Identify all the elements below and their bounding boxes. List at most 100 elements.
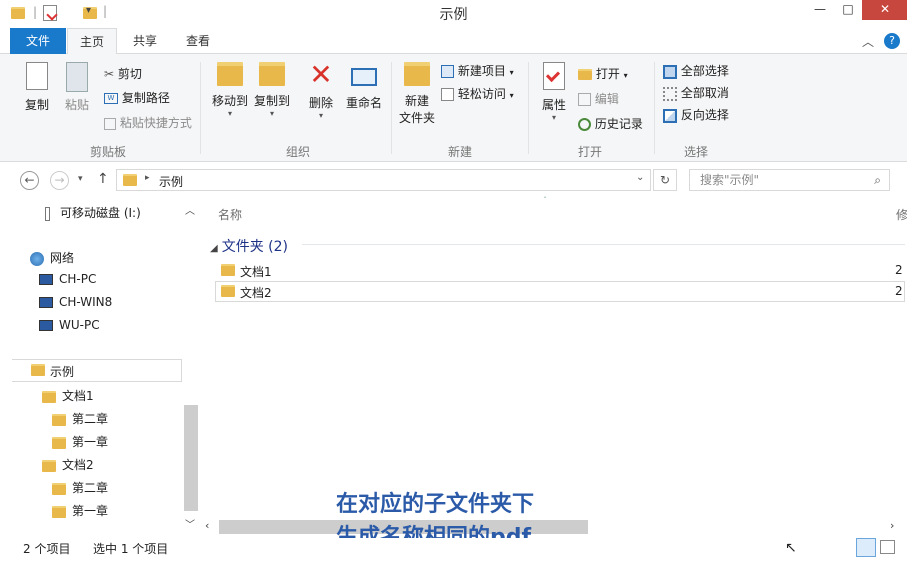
- ribbon-separator: [391, 62, 392, 154]
- properties-button[interactable]: 属性 ▾: [538, 60, 570, 130]
- move-to-button[interactable]: 移动到 ▾: [210, 60, 250, 124]
- tab-file[interactable]: 文件: [10, 28, 66, 54]
- close-button[interactable]: ✕: [862, 0, 907, 20]
- copy-path-icon: W: [104, 93, 118, 104]
- dropdown-arrow-icon: ▾: [318, 111, 323, 120]
- maximize-button[interactable]: □: [834, 0, 862, 20]
- help-icon[interactable]: ?: [884, 33, 900, 49]
- select-none-label: 全部取消: [680, 86, 729, 100]
- search-input[interactable]: 搜索"示例" ⌕: [689, 169, 890, 191]
- history-icon: [578, 118, 591, 131]
- scissors-icon: ✂: [104, 67, 115, 81]
- rename-icon: [351, 68, 377, 86]
- tree-item-pc[interactable]: CH-WIN8: [39, 295, 112, 309]
- dropdown-arrow-icon: ▾: [509, 91, 514, 100]
- recent-locations-icon[interactable]: ▾: [78, 174, 83, 184]
- computer-icon: [39, 274, 53, 285]
- up-arrow-icon[interactable]: ↑: [97, 171, 109, 187]
- refresh-icon[interactable]: ↻: [653, 169, 677, 191]
- tree-item-label: 第二章: [72, 481, 109, 495]
- group-header[interactable]: ◢ 文件夹 (2): [210, 236, 288, 256]
- tree-item-doc1[interactable]: 文档1: [42, 387, 94, 404]
- select-none-icon: [663, 86, 677, 101]
- paste-button[interactable]: 粘贴: [62, 60, 92, 120]
- invert-selection-button[interactable]: 反向选择: [663, 106, 729, 123]
- delete-label: 删除: [308, 96, 333, 110]
- breadcrumb-item[interactable]: 示例: [159, 173, 183, 190]
- folder-icon: [123, 174, 137, 186]
- cut-label: 剪切: [117, 67, 142, 81]
- copy-path-button[interactable]: W 复制路径: [104, 89, 170, 106]
- large-icons-view-icon[interactable]: [880, 540, 895, 554]
- column-header-name[interactable]: 名称: [218, 206, 242, 223]
- select-none-button[interactable]: 全部取消: [663, 84, 729, 101]
- tree-item-network[interactable]: 网络: [30, 249, 74, 266]
- address-bar[interactable]: ▸ 示例 ⌄: [116, 169, 651, 191]
- tree-item-doc2[interactable]: 文档2: [42, 456, 94, 473]
- collapse-ribbon-icon[interactable]: ︿: [862, 33, 874, 50]
- copy-to-icon: [259, 62, 285, 86]
- tree-item-pc[interactable]: CH-PC: [39, 272, 96, 286]
- paste-shortcut-label: 粘贴快捷方式: [119, 116, 192, 130]
- edit-button[interactable]: 编辑: [578, 90, 619, 107]
- new-item-icon: [441, 65, 454, 78]
- tree-scrollbar-thumb[interactable]: [184, 405, 198, 511]
- search-icon: ⌕: [874, 173, 881, 187]
- easy-access-button[interactable]: 轻松访问 ▾: [441, 85, 514, 102]
- new-folder-button[interactable]: 新建 文件夹: [397, 60, 437, 138]
- tree-item-chapter[interactable]: 第一章: [52, 502, 108, 519]
- select-all-button[interactable]: 全部选择: [663, 62, 729, 79]
- tree-item-chapter[interactable]: 第二章: [52, 410, 108, 427]
- folder-icon: [42, 390, 56, 403]
- edit-icon: [578, 93, 591, 106]
- delete-button[interactable]: ✕ 删除 ▾: [304, 60, 338, 124]
- copy-button[interactable]: 复制: [22, 60, 52, 120]
- address-dropdown-icon[interactable]: ⌄: [636, 172, 644, 183]
- cut-button[interactable]: ✂ 剪切: [104, 65, 142, 82]
- scroll-left-icon[interactable]: ‹: [205, 519, 209, 532]
- paste-shortcut-button[interactable]: 粘贴快捷方式: [104, 114, 192, 131]
- tab-view[interactable]: 查看: [173, 28, 223, 54]
- tree-item-pc[interactable]: WU-PC: [39, 318, 100, 332]
- tree-item-removable-disk[interactable]: 可移动磁盘 (I:): [45, 204, 141, 221]
- forward-arrow-icon[interactable]: →: [50, 171, 69, 190]
- copy-to-button[interactable]: 复制到 ▾: [252, 60, 292, 124]
- folder-icon: [42, 459, 56, 472]
- breadcrumb-chevron-icon[interactable]: ▸: [145, 173, 150, 183]
- minimize-button[interactable]: —: [806, 0, 834, 20]
- search-placeholder: 搜索"示例": [700, 173, 760, 187]
- collapse-triangle-icon: ◢: [210, 243, 218, 254]
- scroll-down-icon[interactable]: ﹀: [185, 516, 195, 531]
- new-item-button[interactable]: 新建项目 ▾: [441, 62, 514, 79]
- open-button[interactable]: 打开 ▾: [578, 65, 628, 82]
- tree-item-label: 第一章: [72, 435, 109, 449]
- navigation-pane: 可移动磁盘 (I:) 网络 CH-PC CH-WIN8 WU-PC 示例 文档1…: [0, 198, 199, 538]
- tree-item-label: 文档1: [62, 389, 94, 403]
- history-button[interactable]: 历史记录: [578, 115, 643, 132]
- caption-line-1: 在对应的子文件夹下: [336, 492, 535, 517]
- folder-icon: [52, 413, 66, 426]
- edit-label: 编辑: [594, 92, 619, 106]
- status-item-count: 2 个项目: [23, 542, 71, 556]
- scroll-up-icon[interactable]: ︿: [185, 202, 195, 217]
- properties-label: 属性: [541, 98, 566, 112]
- tree-item-chapter[interactable]: 第一章: [52, 433, 108, 450]
- column-header-modified[interactable]: 修: [896, 206, 907, 223]
- file-row-selected[interactable]: 文档2 2: [215, 281, 905, 302]
- scroll-right-icon[interactable]: ›: [890, 519, 894, 532]
- tab-home[interactable]: 主页: [67, 28, 117, 55]
- folder-icon: [221, 264, 235, 276]
- file-row[interactable]: 文档1 2: [215, 260, 905, 281]
- tree-item-chapter[interactable]: 第二章: [52, 479, 108, 496]
- tree-item-label: CH-WIN8: [59, 295, 113, 309]
- dropdown-arrow-icon: ▾: [269, 109, 274, 118]
- copy-to-label: 复制到: [253, 94, 290, 108]
- rename-button[interactable]: 重命名: [344, 60, 384, 120]
- back-arrow-icon[interactable]: ←: [20, 171, 39, 190]
- tree-item-example-selected[interactable]: 示例: [12, 359, 182, 382]
- ribbon-separator: [200, 62, 201, 154]
- group-organize: 组织: [285, 145, 310, 159]
- new-folder-label: 新建: [404, 94, 429, 108]
- details-view-icon[interactable]: [856, 538, 876, 557]
- tab-share[interactable]: 共享: [120, 28, 170, 54]
